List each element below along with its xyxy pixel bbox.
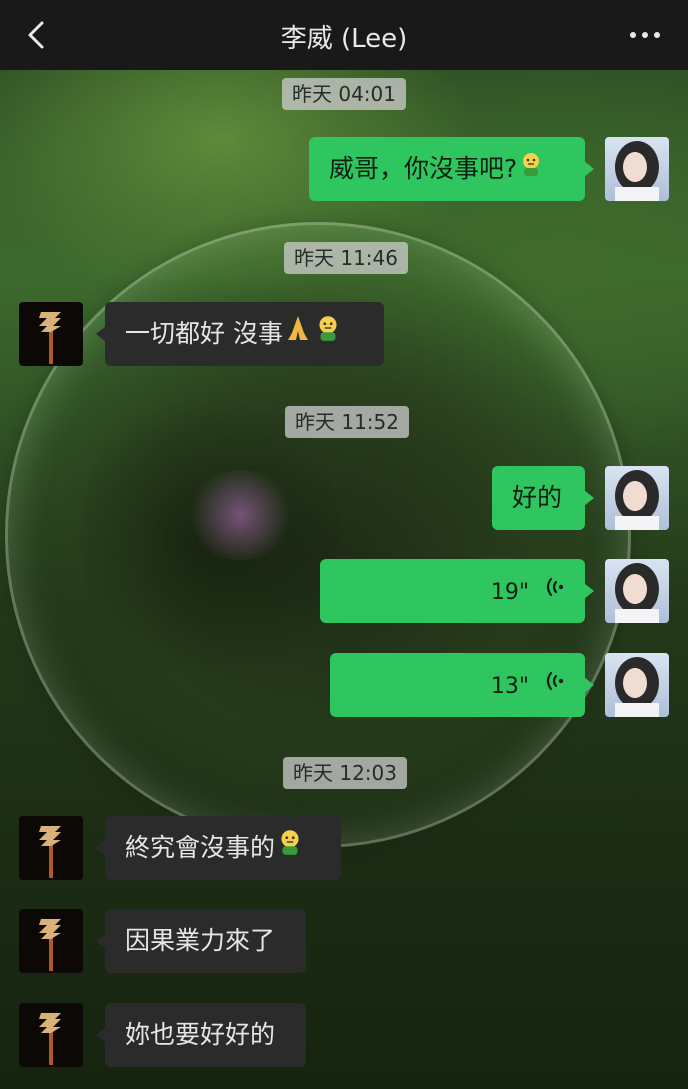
more-dots-icon [630,32,660,38]
message-text: 妳也要好好的 [125,1020,276,1049]
timestamp: 昨天 04:01 [282,78,406,110]
message-text: 終究會沒事的 [125,833,276,862]
voice-wave-icon [543,654,565,718]
voice-message-outgoing[interactable]: 19" [320,559,594,624]
folded-hands-emoji-icon [283,303,313,367]
neutral-face-emoji-icon [313,303,343,367]
message-bubble-incoming[interactable]: 一切都好 沒事 [96,302,384,367]
message-bubble-incoming[interactable]: 終究會沒事的 [96,816,341,881]
background-flower [185,470,295,560]
voice-duration: 19" [490,580,529,605]
contact-avatar[interactable] [19,816,83,880]
voice-duration: 13" [490,674,529,699]
contact-avatar[interactable] [19,302,83,366]
message-bubble-incoming[interactable]: 因果業力來了 [96,909,306,973]
contact-avatar[interactable] [19,1003,83,1067]
voice-wave-icon [543,560,565,624]
chat-title: 李威 (Lee) [280,24,408,54]
timestamp: 昨天 12:03 [283,757,407,789]
neutral-face-emoji-icon [517,138,545,202]
message-text: 因果業力來了 [125,926,276,955]
message-bubble-outgoing[interactable]: 好的 [492,466,594,530]
timestamp: 昨天 11:52 [285,406,409,438]
contact-avatar[interactable] [19,909,83,973]
message-text: 威哥，你沒事吧? [329,154,518,183]
message-text: 好的 [512,483,563,512]
my-avatar[interactable] [605,466,669,530]
my-avatar[interactable] [605,137,669,201]
message-text: 一切都好 沒事 [125,319,283,348]
voice-message-outgoing[interactable]: 13" [330,653,594,718]
my-avatar[interactable] [605,653,669,717]
timestamp: 昨天 11:46 [284,242,408,274]
chat-header: 李威 (Lee) [0,0,688,70]
message-bubble-outgoing[interactable]: 威哥，你沒事吧? [309,137,594,202]
more-button[interactable] [628,22,662,48]
message-bubble-incoming[interactable]: 妳也要好好的 [96,1003,306,1067]
neutral-face-emoji-icon [275,817,305,881]
my-avatar[interactable] [605,559,669,623]
